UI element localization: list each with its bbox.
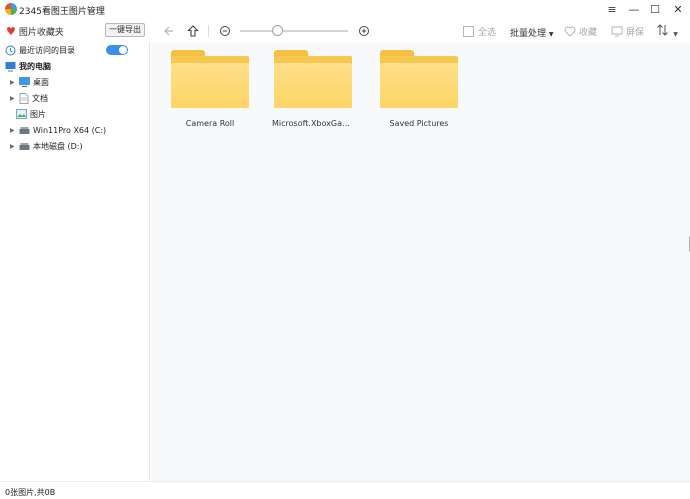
sidebar-item-pictures[interactable]: 图片 <box>16 107 46 121</box>
sidebar-item-label: 本地磁盘 (D:) <box>33 141 83 151</box>
select-all-toggle[interactable]: 全选 <box>463 25 496 38</box>
heart-outline-icon <box>564 26 576 37</box>
expand-caret-icon[interactable]: ▶ <box>10 127 16 134</box>
computer-label: 我的电脑 <box>19 61 51 71</box>
heart-icon: ♥ <box>6 25 16 38</box>
batch-process-button[interactable]: 批量处理 ▼ <box>510 26 554 39</box>
status-bar: 0张图片,共0B <box>0 481 690 499</box>
folder-item[interactable]: Camera Roll <box>169 50 251 128</box>
screensaver-button[interactable]: 屏保 <box>611 25 644 38</box>
folder-item[interactable]: Saved Pictures <box>378 50 460 128</box>
drive-icon <box>19 126 30 134</box>
maximize-button[interactable]: ☐ <box>645 2 665 18</box>
sidebar-item-drive-d[interactable]: ▶ 本地磁盘 (D:) <box>10 139 83 153</box>
folder-icon <box>380 50 458 108</box>
sidebar-item-label: 图片 <box>30 109 46 119</box>
minimize-button[interactable]: — <box>624 2 644 18</box>
up-folder-icon[interactable] <box>185 23 201 39</box>
zoom-in-icon[interactable] <box>356 23 372 39</box>
computer-icon <box>5 61 16 71</box>
folder-item[interactable]: Microsoft.XboxGami... <box>272 50 354 128</box>
zoom-out-icon[interactable] <box>217 23 233 39</box>
expand-caret-icon[interactable]: ▶ <box>10 95 16 102</box>
sidebar-item-computer[interactable]: 我的电脑 <box>5 59 51 73</box>
export-button[interactable]: 一键导出 <box>105 23 145 37</box>
select-all-label: 全选 <box>478 28 497 38</box>
close-button[interactable]: ✕ <box>668 2 688 18</box>
folder-name: Saved Pictures <box>389 119 449 128</box>
recent-label: 最近访问的目录 <box>19 45 75 55</box>
sidebar-item-label: Win11Pro X64 (C:) <box>33 125 107 135</box>
sort-icon <box>657 24 668 36</box>
sidebar-item-label: 文档 <box>32 93 48 103</box>
folder-grid: Camera Roll Microsoft.XboxGami... Saved … <box>151 42 690 481</box>
sort-button[interactable]: ▼ <box>656 24 678 39</box>
back-icon[interactable] <box>161 23 177 39</box>
menu-button[interactable]: ≡ <box>602 2 622 18</box>
folder-icon <box>171 50 249 108</box>
favorite-button[interactable]: 收藏 <box>564 25 597 38</box>
favorites-label: 图片收藏夹 <box>18 28 64 38</box>
folder-name: Camera Roll <box>185 119 235 128</box>
favorite-label: 收藏 <box>579 28 598 38</box>
sidebar-item-recent[interactable]: 最近访问的目录 <box>5 43 75 57</box>
sidebar-item-documents[interactable]: ▶ 文档 <box>10 91 48 105</box>
caret-down-icon: ▼ <box>548 31 554 38</box>
app-logo-icon <box>5 3 17 15</box>
picture-icon <box>16 109 27 119</box>
expand-caret-icon[interactable]: ▶ <box>10 79 16 86</box>
folder-icon <box>274 50 352 108</box>
expand-caret-icon[interactable]: ▶ <box>10 143 16 150</box>
favorites-entry[interactable]: ♥ 图片收藏夹 <box>6 25 64 38</box>
screensaver-label: 屏保 <box>626 28 645 38</box>
toolbar-divider <box>208 25 209 37</box>
window-title: 2345看图王图片管理 <box>19 7 105 17</box>
sidebar: 最近访问的目录 我的电脑 ▶ 桌面 ▶ 文档 图片 ▶ Win11Pro X64… <box>0 42 150 481</box>
clock-icon <box>5 45 16 55</box>
zoom-slider-thumb[interactable] <box>272 25 283 36</box>
sidebar-item-desktop[interactable]: ▶ 桌面 <box>10 75 49 89</box>
sort-caret-icon: ▼ <box>673 31 678 38</box>
batch-process-label: 批量处理 <box>510 29 547 39</box>
sidebar-item-label: 桌面 <box>33 77 49 87</box>
document-icon <box>19 92 29 104</box>
status-text: 0张图片,共0B <box>5 488 56 497</box>
monitor-icon <box>611 26 623 37</box>
select-all-checkbox[interactable] <box>463 26 474 37</box>
folder-name: Microsoft.XboxGami... <box>272 119 354 128</box>
sidebar-item-drive-c[interactable]: ▶ Win11Pro X64 (C:) <box>10 123 106 137</box>
zoom-slider-track[interactable] <box>240 30 348 32</box>
drive-icon <box>19 142 30 150</box>
recent-toggle-switch[interactable] <box>106 45 128 55</box>
desktop-icon <box>19 77 30 87</box>
title-bar: 2345看图王图片管理 ≡ — ☐ ✕ <box>0 0 690 20</box>
toolbar: ♥ 图片收藏夹 一键导出 全选 批量处理 ▼ 收藏 屏保 ▼ <box>0 20 690 42</box>
